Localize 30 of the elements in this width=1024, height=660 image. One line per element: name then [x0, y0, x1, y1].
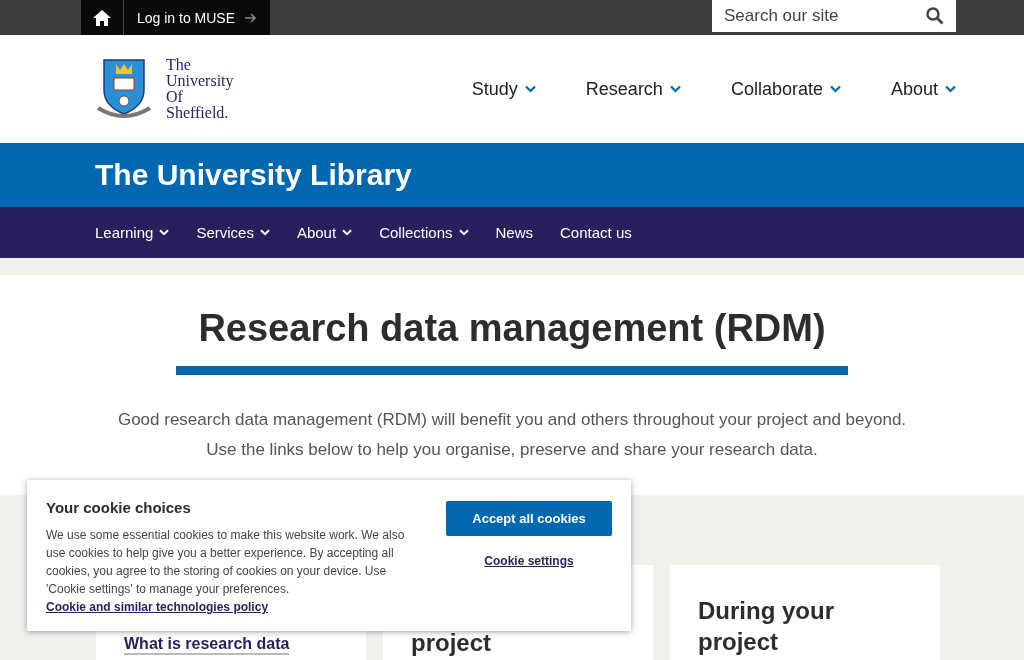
main-nav-item[interactable]: Study	[471, 78, 536, 100]
main-nav-item[interactable]: Research	[585, 78, 681, 100]
policy-link[interactable]: Cookie and similar technologies policy	[46, 600, 269, 614]
chevron-down-icon	[669, 85, 681, 93]
section-nav-item[interactable]: Collections	[379, 224, 469, 241]
arrow-right-icon	[245, 12, 258, 23]
search-icon	[926, 7, 944, 25]
chevron-down-icon	[829, 85, 841, 93]
cookie-message: We use some essential cookies to make this website work. We also use cookies to help give you a better experience. By accepting all cookies, you agree to the storing of cookies on your device. Use 'Cookie settings' to manage your preferences. Cookie and similar technologies policy	[46, 527, 406, 616]
accept-cookies-button[interactable]: Accept all cookies	[446, 501, 612, 536]
university-logo-text: The University Of Sheffield.	[166, 57, 234, 121]
intro-paragraph: Good research data management (RDM) will benefit you and others throughout your project and beyond. Use the links below to help you organise, preserve and share your research data.	[116, 409, 908, 461]
main-nav-item[interactable]: About	[890, 78, 956, 100]
page-title: Research data management (RDM)	[176, 307, 848, 375]
card-link[interactable]: What is research data	[124, 635, 290, 655]
cookie-title: Your cookie choices	[46, 499, 192, 516]
section-nav-item[interactable]: Learning	[95, 224, 170, 241]
section-nav-item[interactable]: About	[296, 224, 353, 241]
chevron-down-icon	[524, 85, 536, 93]
main-nav-item[interactable]: Collaborate	[730, 78, 841, 100]
cookie-settings-link[interactable]: Cookie settings	[484, 554, 574, 568]
card-heading: During your project	[698, 596, 835, 657]
section-nav-item[interactable]: Contact us	[560, 224, 632, 241]
section-nav-item[interactable]: News	[495, 224, 533, 241]
section-nav-item[interactable]: Services	[196, 224, 270, 241]
section-title: The University Library	[95, 158, 412, 192]
search-field[interactable]: Search our site	[712, 0, 956, 32]
home-icon	[92, 8, 112, 27]
card-heading: project	[411, 628, 492, 658]
chevron-down-icon	[945, 85, 956, 93]
